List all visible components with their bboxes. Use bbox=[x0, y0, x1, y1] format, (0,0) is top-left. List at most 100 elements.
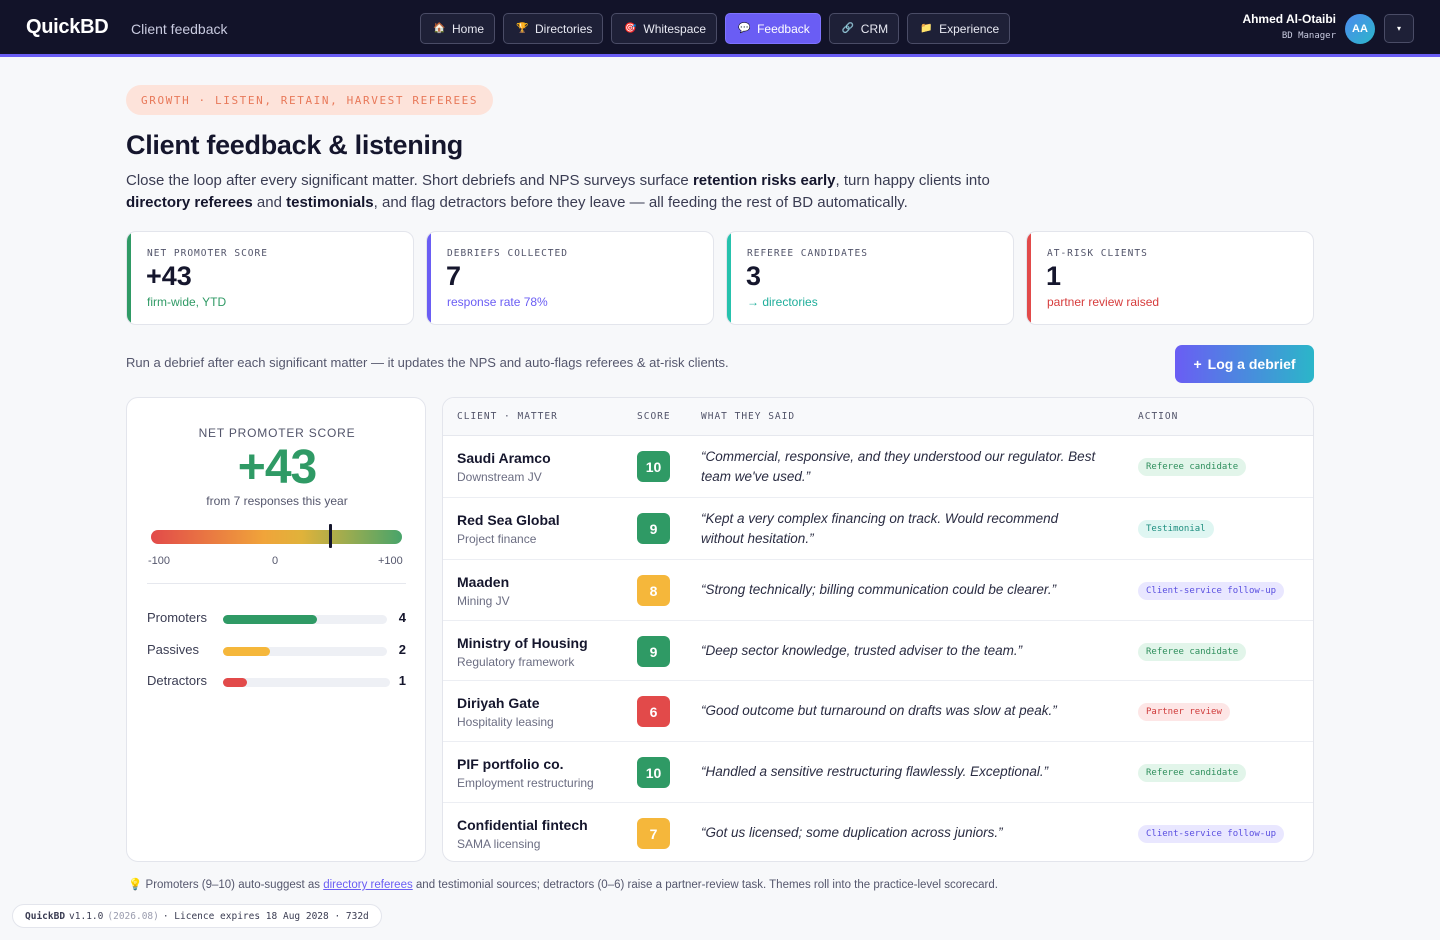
nps-score: +43 bbox=[237, 441, 317, 494]
action-tag[interactable]: Referee candidate bbox=[1138, 643, 1247, 661]
distribution-count: 2 bbox=[398, 642, 406, 657]
table-row[interactable]: Maaden Mining JV 8 “Strong technically; bil… bbox=[443, 560, 1313, 621]
distribution-label: Promoters bbox=[147, 610, 207, 625]
distribution-count: 1 bbox=[398, 673, 406, 688]
directory-referees-link[interactable]: directory referees bbox=[323, 879, 412, 891]
distribution-label: Detractors bbox=[147, 673, 207, 688]
gauge-tick-min: -100 bbox=[148, 555, 171, 567]
footnote-text-before: Promoters (9–10) auto-suggest as bbox=[145, 879, 324, 891]
client-quote: “Good outcome but turnaround on drafts w… bbox=[701, 703, 1057, 718]
nav-experience-label: Experience bbox=[939, 21, 1000, 36]
client-name: Diriyah Gate bbox=[457, 695, 540, 711]
distribution-row: Detractors 1 bbox=[147, 671, 406, 691]
table-row[interactable]: Ministry of Housing Regulatory framework 9… bbox=[443, 621, 1313, 681]
nav-directories[interactable]: 🏆 Directories bbox=[503, 13, 604, 44]
matter-name: SAMA licensing bbox=[457, 837, 541, 851]
page-description: Close the loop after every significant m… bbox=[126, 170, 1006, 214]
eyebrow-badge: GROWTH · LISTEN, RETAIN, HARVEST REFEREE… bbox=[126, 85, 494, 115]
kpi-label: DEBRIEFS COLLECTED bbox=[447, 248, 568, 259]
distribution-bar bbox=[223, 678, 247, 687]
nav-experience[interactable]: 📁 Experience bbox=[907, 13, 1011, 44]
experience-icon: 📁 bbox=[920, 23, 933, 34]
footnote: 💡 Promoters (9–10) auto-suggest as direc… bbox=[128, 877, 998, 891]
licence-expiry: · Licence expires 18 Aug 2028 · 732d bbox=[162, 910, 369, 922]
table-row[interactable]: Diriyah Gate Hospitality leasing 6 “Good ou… bbox=[443, 681, 1313, 742]
distribution-track bbox=[223, 615, 387, 624]
footnote-text-after: and testimonial sources; detractors (0–6… bbox=[412, 879, 998, 891]
kpi-label: NET PROMOTER SCORE bbox=[147, 248, 268, 259]
col-score: SCORE bbox=[637, 411, 671, 422]
kpi-value: 3 bbox=[746, 261, 762, 291]
directories-icon: 🏆 bbox=[516, 23, 529, 34]
action-tag[interactable]: Referee candidate bbox=[1138, 764, 1247, 782]
client-name: Red Sea Global bbox=[457, 512, 560, 528]
action-tag[interactable]: Partner review bbox=[1138, 703, 1230, 721]
table-row[interactable]: Red Sea Global Project finance 9 “Kept a ve… bbox=[443, 498, 1313, 560]
client-quote: “Handled a sensitive restructuring flawl… bbox=[701, 764, 1049, 779]
kpi-card: REFEREE CANDIDATES 3 → directories bbox=[726, 231, 1014, 325]
matter-name: Employment restructuring bbox=[457, 776, 594, 790]
table-row[interactable]: PIF portfolio co. Employment restructurin… bbox=[443, 742, 1313, 803]
client-quote: “Deep sector knowledge, trusted adviser … bbox=[701, 643, 1023, 658]
section-title: Client feedback bbox=[131, 21, 228, 37]
client-name: Confidential fintech bbox=[457, 817, 588, 833]
score-badge: 9 bbox=[637, 513, 670, 544]
table-row[interactable]: Confidential fintech SAMA licensing 7 “Got … bbox=[443, 803, 1313, 861]
nps-gauge-marker bbox=[329, 524, 333, 548]
kpi-value: +43 bbox=[146, 261, 192, 291]
client-quote: “Commercial, responsive, and they unders… bbox=[701, 449, 1096, 484]
version-build: (2026.08) bbox=[107, 910, 159, 922]
log-debrief-label: Log a debrief bbox=[1207, 356, 1296, 372]
action-tag[interactable]: Testimonial bbox=[1138, 520, 1214, 538]
table-header: CLIENT · MATTER SCORE WHAT THEY SAID ACT… bbox=[443, 398, 1313, 436]
version-badge: QuickBD v1.1.0 (2026.08) · Licence expir… bbox=[12, 904, 382, 928]
desc-part: , and flag detractors before they leave … bbox=[373, 194, 908, 211]
log-debrief-button[interactable]: + Log a debrief bbox=[1175, 345, 1314, 383]
brand-logo[interactable]: QuickBD bbox=[26, 16, 109, 39]
desc-part: Close the loop after every significant m… bbox=[126, 172, 693, 189]
score-badge: 7 bbox=[637, 818, 670, 849]
matter-name: Project finance bbox=[457, 532, 537, 546]
action-tag[interactable]: Client-service follow-up bbox=[1138, 825, 1285, 843]
score-badge: 10 bbox=[637, 757, 670, 788]
divider bbox=[147, 583, 406, 584]
kpi-label: REFEREE CANDIDATES bbox=[747, 248, 868, 259]
client-quote: “Kept a very complex financing on track.… bbox=[701, 511, 1059, 546]
nav-feedback[interactable]: 💬 Feedback bbox=[725, 13, 821, 44]
main-nav: 🏠 Home 🏆 Directories 🎯 Whitespace 💬 Feedback 🔗 CR… bbox=[420, 13, 1011, 44]
distribution-count: 4 bbox=[398, 610, 406, 625]
desc-part: testimonials bbox=[286, 194, 374, 211]
nps-gauge bbox=[151, 530, 402, 544]
action-tag[interactable]: Client-service follow-up bbox=[1138, 582, 1285, 600]
action-tag[interactable]: Referee candidate bbox=[1138, 458, 1247, 476]
col-client: CLIENT · MATTER bbox=[457, 411, 558, 422]
kpi-value: 7 bbox=[446, 261, 462, 291]
client-name: Saudi Aramco bbox=[457, 450, 551, 466]
distribution-row: Promoters 4 bbox=[147, 608, 406, 628]
nps-label: NET PROMOTER SCORE bbox=[198, 426, 356, 440]
client-name: PIF portfolio co. bbox=[457, 756, 564, 772]
feedback-icon: 💬 bbox=[738, 23, 751, 34]
home-icon: 🏠 bbox=[433, 23, 446, 34]
matter-name: Regulatory framework bbox=[457, 655, 575, 669]
nav-crm[interactable]: 🔗 CRM bbox=[828, 13, 900, 44]
avatar[interactable]: AA bbox=[1345, 14, 1375, 44]
feedback-table: CLIENT · MATTER SCORE WHAT THEY SAID ACT… bbox=[442, 397, 1314, 862]
chevron-down-icon[interactable]: ▾ bbox=[1384, 14, 1414, 43]
nav-whitespace[interactable]: 🎯 Whitespace bbox=[611, 13, 718, 44]
col-said: WHAT THEY SAID bbox=[701, 411, 796, 422]
score-badge: 10 bbox=[637, 451, 670, 482]
nav-home[interactable]: 🏠 Home bbox=[420, 13, 496, 44]
gauge-tick-mid: 0 bbox=[272, 555, 279, 567]
kpi-subtext: → directories bbox=[747, 295, 818, 309]
score-badge: 8 bbox=[637, 575, 670, 606]
kpi-card: NET PROMOTER SCORE +43 firm-wide, YTD bbox=[126, 231, 414, 325]
distribution-bar bbox=[223, 647, 270, 656]
kpi-subtext: response rate 78% bbox=[447, 295, 548, 309]
table-row[interactable]: Saudi Aramco Downstream JV 10 “Commercial, … bbox=[443, 436, 1313, 498]
matter-name: Downstream JV bbox=[457, 470, 542, 484]
distribution-row: Passives 2 bbox=[147, 640, 406, 660]
distribution-bar bbox=[223, 615, 317, 624]
distribution-track bbox=[223, 647, 387, 656]
matter-name: Hospitality leasing bbox=[457, 715, 554, 729]
